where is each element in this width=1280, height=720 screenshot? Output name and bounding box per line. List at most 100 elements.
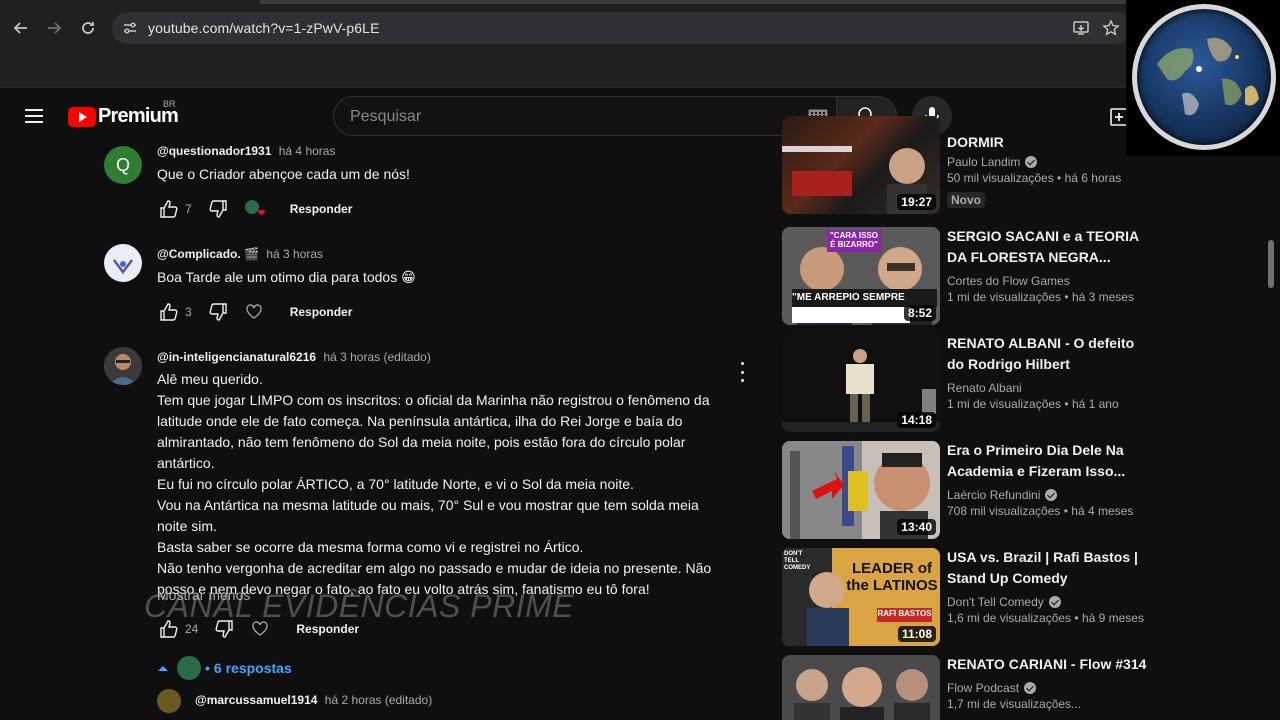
like-button[interactable]: [157, 197, 181, 221]
url-text[interactable]: youtube.com/watch?v=1-zPwV-p6LE: [148, 20, 380, 36]
video-info: USA vs. Brazil | Rafi Bastos | Stand Up …: [947, 547, 1147, 629]
video-title[interactable]: DORMIR: [947, 136, 1147, 149]
video-thumbnail[interactable]: 14:18: [782, 334, 940, 432]
video-title[interactable]: SERGIO SACANI e a TEORIA DA FLORESTA NEG…: [947, 226, 1147, 268]
channel-name[interactable]: Renato Albani: [947, 379, 1147, 397]
channel-name-text: Don't Tell Comedy: [947, 595, 1044, 609]
video-title[interactable]: Era o Primeiro Dia Dele Na Academia e Fi…: [947, 440, 1147, 482]
comment-author[interactable]: @questionador1931: [157, 144, 271, 158]
comment-text: Boa Tarde ale um otimo dia para todos 😁: [157, 269, 416, 285]
channel-name-text: Paulo Landim: [947, 155, 1021, 169]
like-button[interactable]: [157, 300, 181, 324]
video-info: Era o Primeiro Dia Dele Na Academia e Fi…: [947, 440, 1147, 522]
avatar[interactable]: [104, 244, 142, 282]
reply-button[interactable]: Responder: [290, 305, 353, 319]
bookmark-star-icon[interactable]: [1102, 19, 1120, 37]
comment-author[interactable]: @Complicado. 🎬: [157, 247, 259, 261]
video-thumbnail[interactable]: "CARA ISSO É BIZARRO" "ME ARREPIO SEMPRE…: [782, 227, 940, 325]
reply-button[interactable]: Responder: [296, 622, 359, 636]
comment-time[interactable]: há 4 horas: [279, 144, 336, 158]
avatar[interactable]: Q: [104, 146, 142, 184]
install-app-icon[interactable]: [1072, 19, 1090, 37]
like-count: 3: [185, 305, 192, 319]
dislike-button[interactable]: [212, 617, 236, 641]
video-title[interactable]: RENATO CARIANI - Flow #314: [947, 654, 1147, 675]
thumbs-up-icon: [160, 303, 178, 321]
video-title[interactable]: RENATO ALBANI - O defeito do Rodrigo Hil…: [947, 333, 1147, 375]
comment-action-menu-button[interactable]: [738, 362, 746, 382]
recommendation-item[interactable]: RENATO CARIANI - Flow #314 Flow Podcast …: [782, 655, 1146, 720]
back-button[interactable]: [9, 16, 33, 40]
comment-actions: 24 Responder: [157, 617, 359, 641]
video-meta: 1,7 mi de visualizações...: [947, 697, 1082, 711]
comment-time[interactable]: há 3 horas (editado): [323, 350, 430, 364]
upload-age: há 6 horas: [1064, 171, 1122, 185]
comment-header: @Complicado. 🎬 há 3 horas: [157, 247, 727, 263]
youtube-premium-logo[interactable]: Premium BR: [68, 99, 179, 128]
video-thumbnail[interactable]: 13:40: [782, 441, 940, 539]
comment-actions: 3 Responder: [157, 300, 352, 324]
thumbs-down-icon: [209, 200, 227, 218]
channel-name[interactable]: Flow Podcast: [947, 679, 1147, 697]
like-button[interactable]: [157, 617, 181, 641]
comment-author[interactable]: @in-inteligencianatural6216: [157, 350, 316, 364]
creator-avatar: [177, 656, 201, 680]
video-meta: 708 mil visualizações • há 4 meses: [947, 504, 1134, 518]
comment-time[interactable]: há 2 horas (editado): [325, 693, 432, 707]
channel-name[interactable]: Laércio Refundini: [947, 486, 1147, 504]
thumbnail-caption-top: "CARA ISSO É BIZARRO": [830, 231, 878, 249]
replies-count[interactable]: 6 respostas: [214, 660, 292, 676]
video-duration: 19:27: [897, 194, 936, 210]
replies-toggle[interactable]: • 6 respostas: [157, 654, 292, 682]
video-info: RENATO ALBANI - O defeito do Rodrigo Hil…: [947, 333, 1147, 415]
like-count: 24: [185, 622, 199, 636]
chevron-up-icon: [158, 666, 168, 671]
channel-name-text: Renato Albani: [947, 381, 1022, 395]
video-meta: 1 mi de visualizações • há 3 meses: [947, 290, 1134, 304]
comment-time[interactable]: há 3 horas: [266, 247, 323, 261]
address-bar[interactable]: youtube.com/watch?v=1-zPwV-p6LE: [112, 12, 1132, 44]
video-meta: 1,6 mi de visualizações • há 9 meses: [947, 611, 1144, 625]
recommendation-item[interactable]: DON'T TELL COMEDY LEADER of the LATINOS …: [782, 548, 1144, 648]
video-thumbnail[interactable]: 19:27: [782, 116, 940, 214]
channel-name[interactable]: Cortes do Flow Games: [947, 272, 1147, 290]
arrow-right-icon: [48, 22, 62, 34]
recommendation-item[interactable]: "CARA ISSO É BIZARRO" "ME ARREPIO SEMPRE…: [782, 227, 1142, 327]
menu-icon[interactable]: [22, 105, 46, 129]
reply-button[interactable]: Responder: [290, 202, 353, 216]
recommendation-item[interactable]: 19:27 DORMIR Paulo Landim 50 mil visuali…: [782, 116, 1142, 224]
avatar[interactable]: [157, 689, 181, 713]
upload-age: há 1 ano: [1071, 397, 1119, 411]
view-count: 50 mil visualizações: [947, 171, 1054, 185]
forward-button[interactable]: [42, 16, 66, 40]
comment-body: @marcussamuel1914 há 2 horas (editado): [195, 693, 765, 709]
upload-age: há 4 meses: [1071, 504, 1134, 518]
avatar[interactable]: [104, 347, 142, 385]
search-input[interactable]: Pesquisar: [350, 108, 421, 126]
view-count: 1 mi de visualizações: [947, 397, 1062, 411]
comment-author[interactable]: @marcussamuel1914: [195, 693, 317, 707]
video-title[interactable]: USA vs. Brazil | Rafi Bastos | Stand Up …: [947, 547, 1147, 589]
site-settings-icon[interactable]: [122, 20, 138, 36]
reload-button[interactable]: [76, 16, 100, 40]
channel-name[interactable]: Paulo Landim: [947, 153, 1147, 171]
video-thumbnail[interactable]: DON'T TELL COMEDY LEADER of the LATINOS …: [782, 548, 940, 646]
channel-name[interactable]: Don't Tell Comedy: [947, 593, 1147, 611]
heart-icon[interactable]: [242, 300, 266, 324]
recommendation-item[interactable]: 14:18 RENATO ALBANI - O defeito do Rodri…: [782, 334, 1142, 434]
heart-icon[interactable]: [248, 617, 272, 641]
youtube-play-icon: [68, 106, 96, 127]
page-scrollbar[interactable]: [1268, 240, 1274, 288]
new-badge: Novo: [947, 192, 985, 208]
active-tab-indicator: [260, 0, 1160, 4]
dislike-button[interactable]: [206, 197, 230, 221]
view-count: 1 mi de visualizações: [947, 290, 1062, 304]
upload-age: há 9 meses: [1081, 611, 1144, 625]
dislike-button[interactable]: [206, 300, 230, 324]
recommendation-item[interactable]: 13:40 Era o Primeiro Dia Dele Na Academi…: [782, 441, 1142, 541]
separator-dot: •: [205, 660, 210, 676]
comment-body: @in-inteligencianatural6216 há 3 horas (…: [157, 350, 727, 600]
video-thumbnail[interactable]: [782, 655, 940, 720]
thumbs-down-icon: [215, 620, 234, 638]
search-box[interactable]: Pesquisar: [333, 96, 837, 136]
